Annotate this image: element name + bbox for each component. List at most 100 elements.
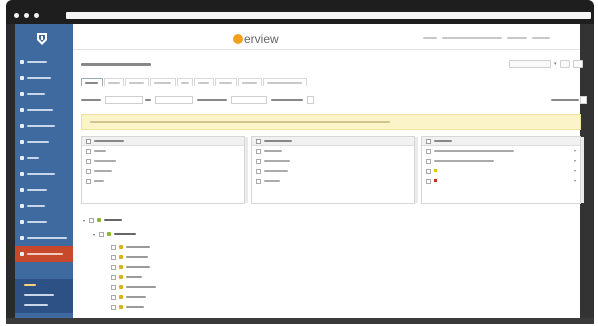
tree-leaf[interactable] [111,293,146,301]
item-checkbox[interactable] [426,159,431,164]
list-item[interactable]: ▾ [422,147,580,155]
item-checkbox[interactable] [256,159,261,164]
refresh-button[interactable] [559,60,570,68]
filter-label-to [145,99,151,101]
tab[interactable] [263,78,307,86]
tree-leaf[interactable] [111,253,148,261]
shield-logo-icon[interactable] [34,32,50,46]
select-all-checkbox[interactable] [86,139,91,144]
subnav-item-bar[interactable] [24,304,48,306]
list-item[interactable] [82,147,244,155]
list-item[interactable] [252,167,414,175]
select-all-checkbox[interactable] [256,139,261,144]
sidebar-item[interactable] [15,214,73,230]
tree-leaf[interactable] [111,263,150,271]
list-item[interactable] [82,157,244,165]
caret-down-icon[interactable]: ▾ [574,158,576,163]
tree-leaf[interactable] [111,273,142,281]
node-checkbox[interactable] [111,274,116,280]
tree-node-root[interactable]: ▾ [83,216,122,224]
sidebar-item[interactable] [15,150,73,166]
sidebar-item[interactable] [15,54,73,70]
header-link[interactable] [423,37,437,39]
sidebar-item-active[interactable] [15,246,73,262]
brand-logo[interactable]: erview [233,32,279,46]
item-checkbox[interactable] [86,149,91,154]
date-to-input[interactable] [155,96,193,104]
tree-leaf[interactable] [111,243,150,251]
pin-icon[interactable]: ▾ [554,61,557,67]
node-checkbox[interactable] [111,284,116,290]
sidebar-item[interactable] [15,102,73,118]
node-checkbox[interactable] [99,231,104,237]
view-select[interactable] [509,60,551,68]
subnav-item-active-bar[interactable] [24,284,36,286]
sidebar-item[interactable] [15,134,73,150]
filter-right-toggle[interactable] [580,96,587,104]
option-checkbox[interactable] [307,96,314,104]
item-checkbox[interactable] [256,179,261,184]
caret-down-icon[interactable]: ▾ [574,178,576,183]
sidebar-item[interactable] [15,118,73,134]
window-close-button[interactable] [14,13,19,18]
node-checkbox[interactable] [111,254,116,260]
item-checkbox[interactable] [426,169,431,174]
header-link[interactable] [532,37,550,39]
list-item[interactable] [82,177,244,185]
sidebar-item[interactable] [15,166,73,182]
list-item[interactable] [82,167,244,175]
item-checkbox[interactable] [256,149,261,154]
type-select[interactable] [231,96,267,104]
subnav-item-bar[interactable] [24,294,54,296]
node-checkbox[interactable] [111,304,116,310]
chevron-down-icon[interactable]: ▾ [83,218,87,223]
tab[interactable] [150,78,176,86]
sidebar-item[interactable] [15,86,73,102]
tab[interactable] [177,78,193,86]
sidebar-item[interactable] [15,230,73,246]
chevron-down-icon[interactable]: ▾ [93,232,97,237]
tab-active[interactable] [81,78,103,86]
tab[interactable] [215,78,237,86]
item-checkbox[interactable] [426,179,431,184]
window-minimize-button[interactable] [24,13,29,18]
header-link[interactable] [442,37,502,39]
sidebar-item[interactable] [15,198,73,214]
date-from-input[interactable] [105,96,143,104]
panel-scrollbar[interactable] [415,137,418,203]
node-checkbox[interactable] [111,244,116,250]
item-checkbox[interactable] [86,169,91,174]
node-checkbox[interactable] [111,294,116,300]
tab[interactable] [194,78,214,86]
list-item[interactable] [252,157,414,165]
list-item[interactable]: ▾ [422,157,580,165]
tab-bar [81,78,308,86]
window-maximize-button[interactable] [34,13,39,18]
caret-down-icon[interactable]: ▾ [574,148,576,153]
item-checkbox[interactable] [256,169,261,174]
list-item[interactable] [252,177,414,185]
list-item[interactable]: ▾ [422,167,580,175]
tab[interactable] [104,78,124,86]
item-checkbox[interactable] [86,159,91,164]
tab[interactable] [238,78,262,86]
tree-node[interactable]: ▾ [93,230,136,238]
address-bar[interactable] [66,12,591,19]
panel-scrollbar[interactable] [245,137,248,203]
sidebar-item[interactable] [15,70,73,86]
node-checkbox[interactable] [111,264,116,270]
list-item[interactable]: ▾ [422,177,580,185]
list-item[interactable] [252,147,414,155]
help-button[interactable] [572,60,583,68]
tree-leaf[interactable] [111,303,144,311]
item-checkbox[interactable] [86,179,91,184]
sidebar-item[interactable] [15,182,73,198]
tree-leaf[interactable] [111,283,156,291]
tab[interactable] [125,78,149,86]
select-all-checkbox[interactable] [426,139,431,144]
header-link[interactable] [507,37,527,39]
item-checkbox[interactable] [426,149,431,154]
node-checkbox[interactable] [89,217,94,223]
panel-scrollbar[interactable] [581,137,584,203]
caret-down-icon[interactable]: ▾ [574,168,576,173]
